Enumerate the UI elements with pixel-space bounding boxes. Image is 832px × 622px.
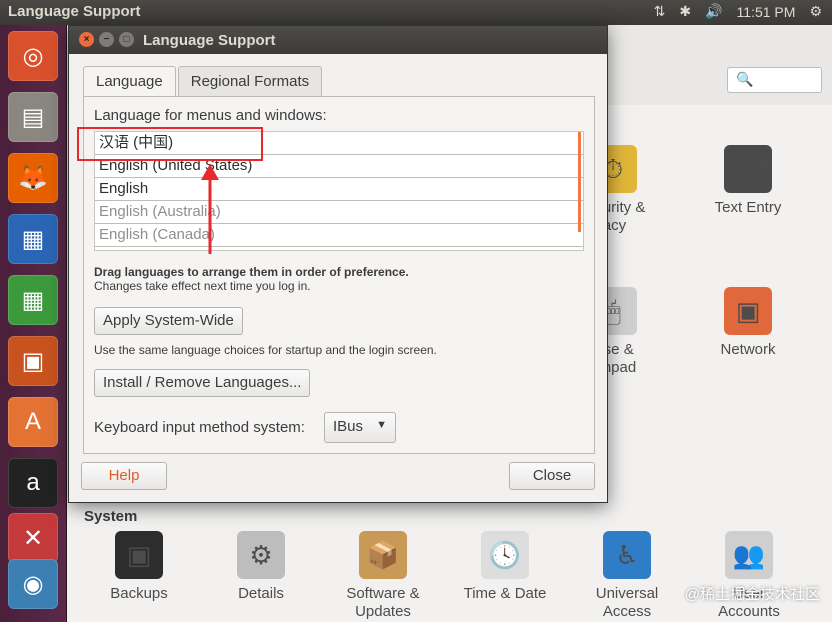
software-center-icon[interactable]: A: [8, 397, 58, 447]
apply-note: Use the same language choices for startu…: [94, 343, 437, 357]
writer-icon[interactable]: ▦: [8, 214, 58, 264]
search-icon: 🔍: [736, 71, 754, 87]
dropdown-arrow-icon: ▼: [376, 419, 387, 431]
language-list-label: Language for menus and windows:: [94, 107, 327, 124]
network-icon: ▣: [724, 287, 772, 335]
network-indicator-icon[interactable]: ⇅: [654, 3, 666, 20]
close-window-icon[interactable]: ×: [79, 32, 94, 47]
minimize-window-icon[interactable]: −: [99, 32, 114, 47]
help-button[interactable]: Help: [81, 462, 167, 490]
clock[interactable]: 11:51 PM: [737, 4, 796, 20]
indicator-area: ⇅ ✱ 🔊 11:51 PM ⚙: [654, 3, 822, 20]
keyboard-input-label: Keyboard input method system:: [94, 419, 305, 436]
tab-language[interactable]: Language: [83, 66, 176, 97]
backups-item[interactable]: ▣ Backups: [84, 531, 194, 603]
tab-regional-formats[interactable]: Regional Formats: [177, 66, 323, 96]
install-remove-languages-button[interactable]: Install / Remove Languages...: [94, 369, 311, 397]
users-icon: 👥: [725, 531, 773, 579]
list-scrollbar[interactable]: [578, 132, 581, 232]
drag-hint: Changes take effect next time you log in…: [94, 279, 311, 293]
volume-indicator-icon[interactable]: 🔊: [705, 3, 722, 20]
maximize-window-icon[interactable]: □: [119, 32, 134, 47]
user-accounts-item[interactable]: 👥 User Accounts: [694, 531, 804, 621]
system-settings-icon[interactable]: ✕: [8, 513, 58, 563]
amazon-icon[interactable]: a: [8, 458, 58, 508]
files-icon[interactable]: ▤: [8, 92, 58, 142]
firefox-icon[interactable]: 🦊: [8, 153, 58, 203]
keyboard-icon: ⌨: [724, 145, 772, 193]
backups-icon: ▣: [115, 531, 163, 579]
details-gear-icon: ⚙: [237, 531, 285, 579]
software-updates-item[interactable]: 📦 Software & Updates: [328, 531, 438, 621]
ubuntu-icon[interactable]: ◎: [8, 31, 58, 81]
time-date-item[interactable]: 🕓 Time & Date: [450, 531, 560, 603]
highlight-box: [77, 127, 263, 161]
language-row-english-australia[interactable]: English (Australia): [95, 201, 583, 224]
keyboard-input-select[interactable]: IBus ▼: [324, 412, 396, 443]
language-row-english-canada[interactable]: English (Canada): [95, 224, 583, 247]
text-entry-item[interactable]: ⌨ Text Entry: [693, 145, 803, 217]
active-window-title: Language Support: [8, 3, 141, 20]
search-input[interactable]: 🔍: [727, 67, 822, 93]
close-button[interactable]: Close: [509, 462, 595, 490]
top-panel: Language Support ⇅ ✱ 🔊 11:51 PM ⚙: [0, 0, 832, 25]
dialog-title: Language Support: [143, 32, 276, 49]
keyboard-input-value: IBus: [333, 418, 364, 435]
clock-icon: 🕓: [481, 531, 529, 579]
dialog-titlebar[interactable]: × − □ Language Support: [69, 26, 607, 54]
annotation-arrow-icon: [201, 164, 219, 254]
drag-hint-bold: Drag languages to arrange them in order …: [94, 265, 409, 279]
bluetooth-indicator-icon[interactable]: ✱: [679, 3, 691, 20]
network-item[interactable]: ▣ Network: [693, 287, 803, 359]
section-system-label: System: [84, 508, 138, 525]
language-support-dialog: × − □ Language Support Language Regional…: [68, 25, 608, 503]
calc-icon[interactable]: ▦: [8, 275, 58, 325]
launcher: ◎ ▤ 🦊 ▦ ▦ ▣ A a ✕ ◉: [0, 25, 67, 622]
watermark: @稀土掘金技术社区: [684, 586, 820, 603]
workspace-icon[interactable]: ◉: [8, 559, 58, 609]
language-row-english[interactable]: English: [95, 178, 583, 201]
accessibility-icon: ♿: [603, 531, 651, 579]
tab-bar: Language Regional Formats: [83, 66, 324, 97]
universal-access-item[interactable]: ♿ Universal Access: [572, 531, 682, 621]
software-updates-icon: 📦: [359, 531, 407, 579]
details-item[interactable]: ⚙ Details: [206, 531, 316, 603]
session-gear-icon[interactable]: ⚙: [809, 3, 822, 20]
apply-system-wide-button[interactable]: Apply System-Wide: [94, 307, 243, 335]
impress-icon[interactable]: ▣: [8, 336, 58, 386]
